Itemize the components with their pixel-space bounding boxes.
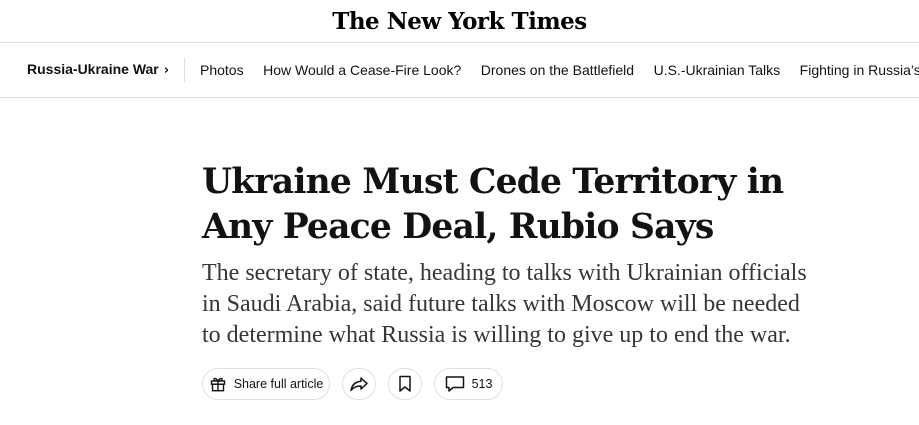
topic-main-link[interactable]: Russia-Ukraine War › (27, 61, 169, 78)
comments-button[interactable]: 513 (434, 368, 503, 400)
topic-link-cease-fire[interactable]: How Would a Cease-Fire Look? (263, 62, 461, 78)
masthead: The New York Times (0, 0, 919, 43)
topic-link-us-ukrainian-talks[interactable]: U.S.-Ukrainian Talks (654, 62, 781, 78)
nyt-logo[interactable]: The New York Times (332, 8, 587, 35)
topic-link-fighting-in-russia[interactable]: Fighting in Russia’s Kursk (800, 62, 919, 78)
share-full-article-button[interactable]: Share full article (202, 368, 330, 400)
topic-link-photos[interactable]: Photos (200, 62, 244, 78)
article-headline: Ukraine Must Cede Territory in Any Peace… (202, 162, 784, 247)
share-full-article-label: Share full article (233, 377, 324, 391)
topic-divider (184, 58, 185, 82)
comment-bubble-icon (445, 375, 465, 393)
share-arrow-icon (349, 376, 369, 392)
comment-count: 513 (471, 377, 493, 391)
topic-main-label: Russia-Ukraine War (27, 61, 159, 77)
topic-link-drones[interactable]: Drones on the Battlefield (481, 62, 634, 78)
topic-links: Photos How Would a Cease-Fire Look? Drones… (200, 62, 919, 78)
share-button[interactable] (342, 368, 376, 400)
gift-icon (209, 375, 227, 393)
save-bookmark-button[interactable] (388, 368, 422, 400)
topic-bar: Russia-Ukraine War › Photos How Would a Ce… (0, 43, 919, 98)
bookmark-icon (398, 375, 412, 393)
chevron-right-icon: › (163, 63, 170, 78)
article-summary: The secretary of state, heading to talks… (202, 260, 807, 348)
